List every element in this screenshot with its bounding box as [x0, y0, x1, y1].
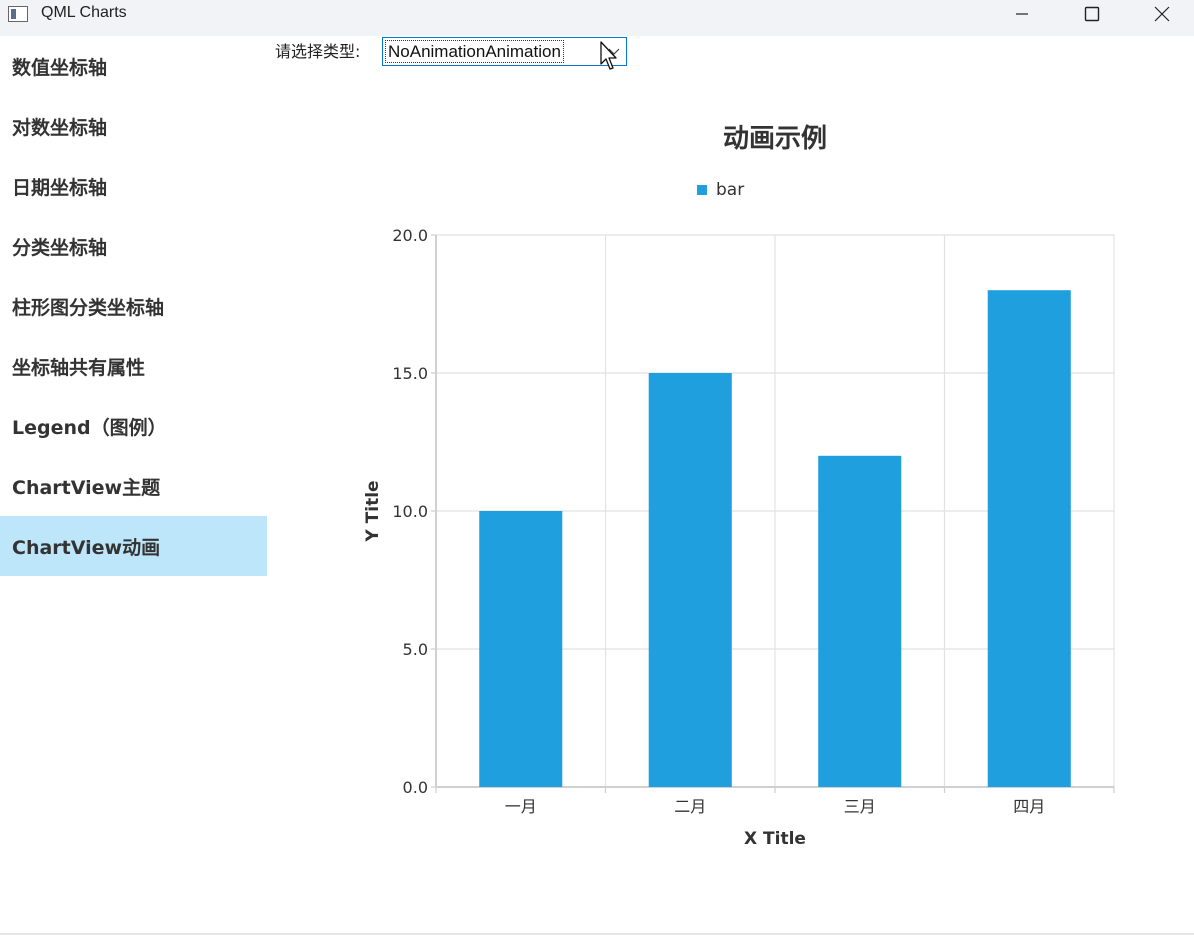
x-tick-label: 一月	[505, 797, 537, 816]
chart-title: 动画示例	[723, 124, 827, 154]
x-tick-label: 三月	[844, 797, 876, 816]
bar-chart: 0.0 5.0 10.0 15.0 20.0 一月 二月 三月 四月 X Title Y Title…	[363, 124, 1115, 849]
y-tick-label: 0.0	[403, 778, 428, 797]
x-tick-label: 四月	[1013, 797, 1045, 816]
y-axis-title: Y Title	[363, 480, 383, 542]
bar	[479, 511, 563, 787]
bar	[818, 455, 902, 787]
bar	[648, 373, 732, 787]
y-tick-label: 15.0	[392, 364, 428, 383]
y-tick-label: 5.0	[403, 640, 428, 659]
x-axis-title: X Title	[744, 829, 806, 849]
legend-marker	[697, 185, 707, 195]
bar	[987, 290, 1071, 787]
y-tick-label: 10.0	[392, 502, 428, 521]
legend-label: bar	[716, 180, 744, 200]
x-tick-label: 二月	[674, 797, 706, 816]
y-tick-label: 20.0	[392, 226, 428, 245]
